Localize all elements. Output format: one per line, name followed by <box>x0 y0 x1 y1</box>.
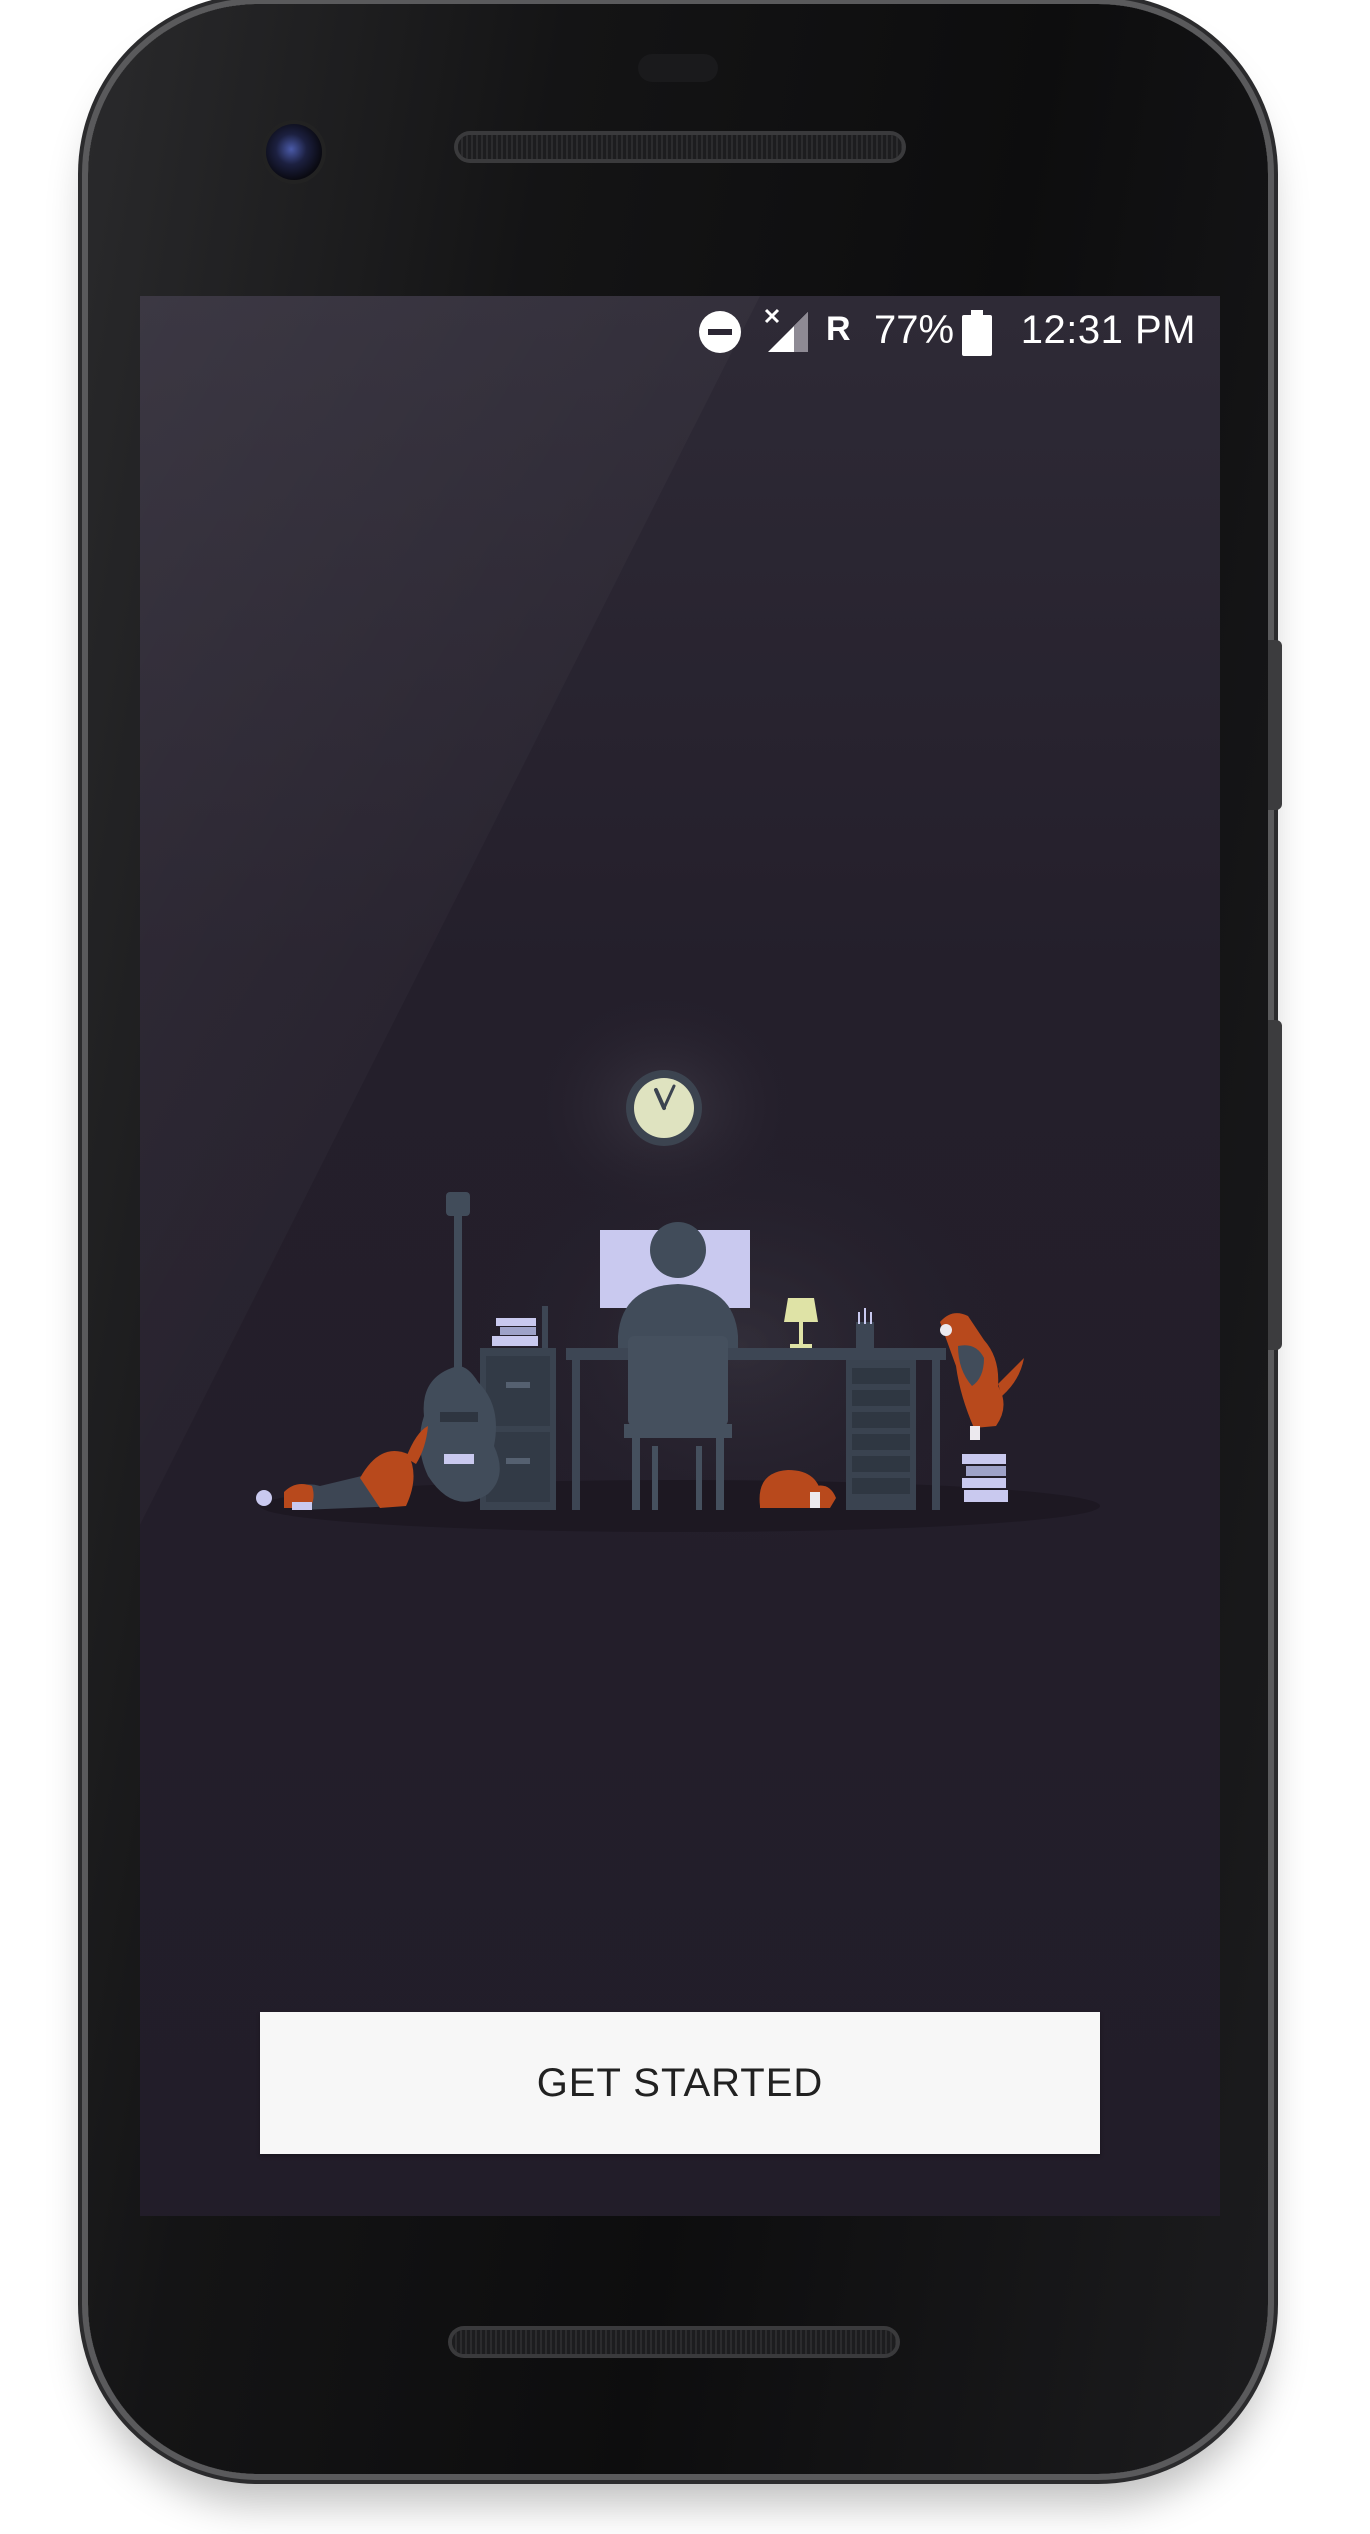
no-signal-icon <box>764 308 808 352</box>
status-time: 12:31 PM <box>1020 308 1196 352</box>
get-started-button[interactable]: GET STARTED <box>260 2012 1100 2154</box>
screen: R 77% 12:31 PM GET STARTED <box>140 296 1220 2216</box>
book-stack-right <box>962 1454 1008 1502</box>
wall-clock-icon <box>626 1070 702 1146</box>
dog-left <box>256 1426 428 1510</box>
pencil-cup-icon <box>856 1308 874 1348</box>
power-button[interactable] <box>1268 1020 1282 1350</box>
volume-button[interactable] <box>1268 640 1282 810</box>
roaming-indicator: R <box>826 310 851 348</box>
front-camera <box>266 124 322 180</box>
battery-icon <box>962 310 992 356</box>
do-not-disturb-icon <box>699 311 741 353</box>
top-speaker <box>458 135 902 159</box>
proximity-sensor <box>638 54 718 82</box>
drawer-cabinet <box>846 1360 916 1510</box>
battery-percent: 77% <box>874 308 955 352</box>
bottom-speaker <box>452 2330 896 2354</box>
person-at-desk-with-dogs-illustration <box>256 986 1100 1566</box>
status-bar: R 77% 12:31 PM <box>140 296 1220 368</box>
